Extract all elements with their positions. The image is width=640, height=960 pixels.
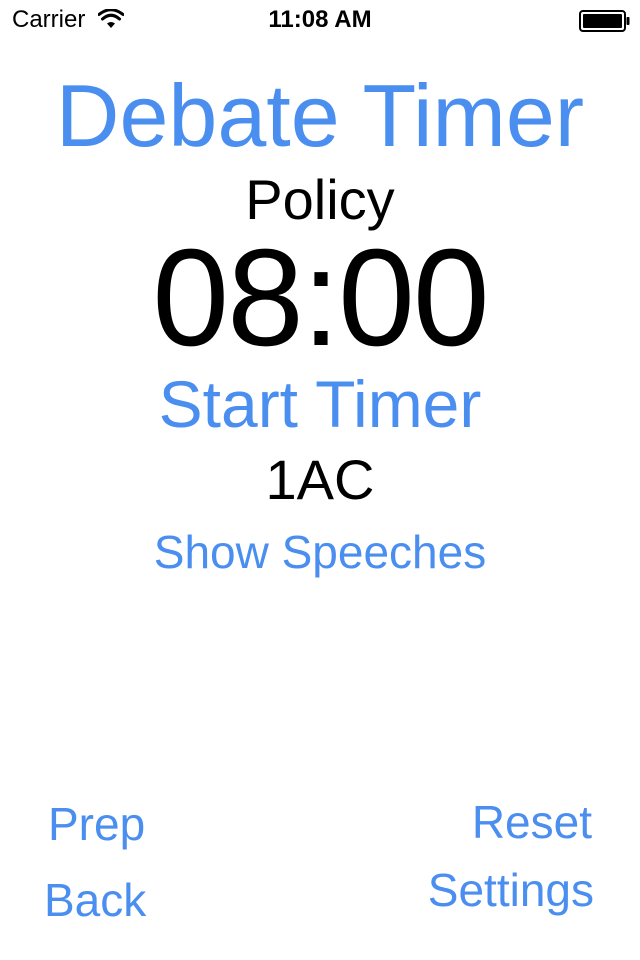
battery-icon	[579, 10, 630, 32]
settings-button[interactable]: Settings	[428, 862, 594, 918]
back-button[interactable]: Back	[44, 872, 146, 928]
timer-display: 08:00	[152, 221, 489, 375]
prep-button[interactable]: Prep	[48, 796, 145, 852]
status-time: 11:08 AM	[268, 6, 372, 33]
app-title: Debate Timer	[55, 66, 585, 165]
debate-timer-screen: Carrier 11:08 AM Debate Timer Policy 08:…	[0, 0, 640, 960]
start-timer-button[interactable]: Start Timer	[0, 368, 640, 440]
status-bar: Carrier 11:08 AM	[0, 0, 640, 40]
current-speech-label: 1AC	[265, 448, 375, 511]
reset-button[interactable]: Reset	[472, 794, 592, 850]
show-speeches-button[interactable]: Show Speeches	[0, 522, 640, 582]
